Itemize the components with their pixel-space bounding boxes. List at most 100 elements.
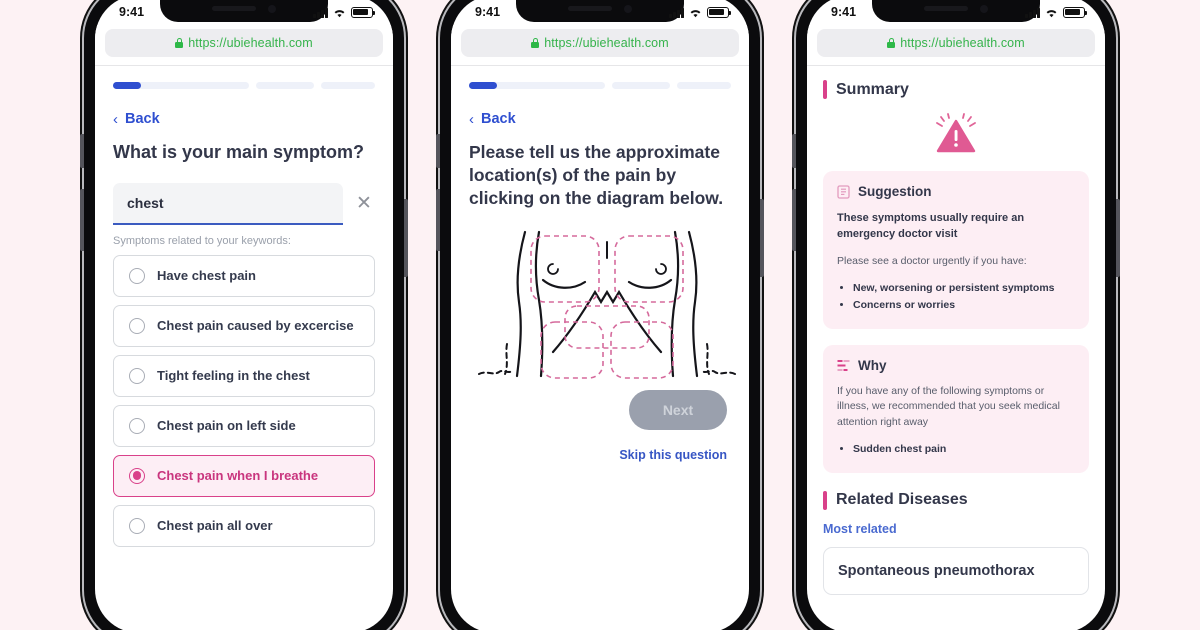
option-label: Chest pain when I breathe bbox=[157, 468, 319, 484]
option-label: Chest pain caused by excercise bbox=[157, 318, 354, 334]
power-button[interactable] bbox=[404, 199, 408, 277]
url-bar[interactable]: https://ubiehealth.com bbox=[817, 29, 1095, 57]
region-center-upper-abdomen bbox=[564, 305, 650, 350]
next-button[interactable]: Next bbox=[629, 390, 727, 431]
back-button[interactable]: ‹ Back bbox=[113, 111, 375, 127]
browser-chrome: https://ubiehealth.com bbox=[451, 25, 749, 66]
progress-indicator bbox=[469, 82, 731, 89]
status-bar: 9:41 bbox=[95, 0, 393, 25]
disease-card[interactable]: Spontaneous pneumothorax bbox=[823, 546, 1089, 595]
warning-triangle-icon bbox=[936, 113, 976, 153]
browser-chrome: https://ubiehealth.com bbox=[95, 25, 393, 66]
list-item: Concerns or worries bbox=[853, 297, 1075, 314]
phone-1-content: ‹ Back What is your main symptom? chest … bbox=[95, 82, 393, 547]
region-upper-right-chest bbox=[614, 235, 684, 304]
power-button[interactable] bbox=[1116, 199, 1120, 277]
url-text: https://ubiehealth.com bbox=[544, 36, 669, 50]
page-title: Please tell us the approximate location(… bbox=[469, 142, 724, 209]
progress-segment-3 bbox=[321, 82, 375, 89]
lock-icon bbox=[887, 38, 896, 48]
body-torso-diagram[interactable] bbox=[469, 224, 745, 384]
option-label: Chest pain all over bbox=[157, 518, 273, 534]
why-card: Why If you have any of the following sym… bbox=[823, 344, 1089, 473]
list-item-selected[interactable]: Chest pain when I breathe bbox=[113, 454, 375, 497]
status-bar: 9:41 bbox=[451, 0, 749, 25]
skip-row: Skip this question bbox=[469, 448, 731, 462]
list-item[interactable]: Have chest pain bbox=[113, 254, 375, 297]
url-bar[interactable]: https://ubiehealth.com bbox=[105, 29, 383, 57]
radio-icon-selected[interactable] bbox=[129, 467, 145, 484]
why-title: Why bbox=[858, 357, 887, 373]
summary-title: Summary bbox=[836, 80, 909, 98]
chevron-left-icon: ‹ bbox=[113, 110, 118, 128]
list-item[interactable]: Chest pain caused by excercise bbox=[113, 304, 375, 347]
option-label: Have chest pain bbox=[157, 268, 256, 284]
url-bar[interactable]: https://ubiehealth.com bbox=[461, 29, 739, 57]
cellular-bars-icon bbox=[313, 7, 328, 18]
progress-segment-1 bbox=[469, 82, 605, 89]
power-button[interactable] bbox=[760, 199, 764, 277]
lock-icon bbox=[531, 38, 540, 48]
disease-name: Spontaneous pneumothorax bbox=[838, 562, 1035, 579]
list-item[interactable]: Tight feeling in the chest bbox=[113, 354, 375, 397]
url-text: https://ubiehealth.com bbox=[900, 36, 1025, 50]
suggestion-card: Suggestion These symptoms usually requir… bbox=[823, 171, 1089, 329]
back-button[interactable]: ‹ Back bbox=[469, 111, 731, 127]
suggestion-header: Suggestion bbox=[837, 184, 1075, 199]
battery-icon bbox=[351, 6, 376, 18]
phone-1-screen: 9:41 https://ubiehealth.com ‹ Back What … bbox=[95, 0, 393, 630]
next-row: Next bbox=[469, 390, 731, 431]
list-item: Sudden chest pain bbox=[853, 441, 1075, 458]
skip-question-link[interactable]: Skip this question bbox=[619, 448, 727, 462]
cellular-bars-icon bbox=[1025, 7, 1040, 18]
progress-segment-1 bbox=[113, 82, 249, 89]
wifi-icon bbox=[689, 8, 702, 18]
region-lower-left-abdomen bbox=[540, 321, 604, 380]
phone-2-screen: 9:41 https://ubiehealth.com ‹ Back Pleas… bbox=[451, 0, 749, 630]
wifi-icon bbox=[1045, 8, 1058, 18]
summary-header: Summary bbox=[823, 80, 1089, 99]
page-title: What is your main symptom? bbox=[113, 142, 365, 162]
wifi-icon bbox=[333, 8, 346, 18]
region-upper-left-chest bbox=[530, 235, 600, 304]
lock-icon bbox=[175, 38, 184, 48]
why-bullets: Sudden chest pain bbox=[837, 441, 1075, 458]
phone-2-content: ‹ Back Please tell us the approximate lo… bbox=[451, 82, 749, 462]
url-text: https://ubiehealth.com bbox=[188, 36, 313, 50]
radio-icon[interactable] bbox=[129, 367, 145, 384]
why-body: If you have any of the following symptom… bbox=[837, 384, 1060, 429]
cellular-bars-icon bbox=[669, 7, 684, 18]
battery-icon bbox=[1063, 6, 1088, 18]
clipboard-icon bbox=[837, 185, 850, 199]
search-row: chest ✕ bbox=[113, 182, 375, 225]
section-accent-bar bbox=[823, 80, 827, 99]
phone-2-pain-location: 9:41 https://ubiehealth.com ‹ Back Pleas… bbox=[436, 0, 764, 630]
close-icon[interactable]: ✕ bbox=[353, 183, 375, 225]
search-value: chest bbox=[127, 194, 164, 211]
search-input[interactable]: chest bbox=[113, 182, 343, 225]
suggestion-bullets: New, worsening or persistent symptoms Co… bbox=[837, 280, 1075, 314]
list-item[interactable]: Chest pain on left side bbox=[113, 404, 375, 447]
warning-wrap bbox=[823, 113, 1089, 155]
suggestion-headline: These symptoms usually require an emerge… bbox=[837, 212, 1025, 240]
phone-3-summary: 9:41 https://ubiehealth.com Summary Sugg… bbox=[792, 0, 1120, 630]
progress-segment-2 bbox=[256, 82, 314, 89]
phone-1-symptom-search: 9:41 https://ubiehealth.com ‹ Back What … bbox=[80, 0, 408, 630]
progress-segment-2 bbox=[612, 82, 670, 89]
symptom-option-list: Have chest pain Chest pain caused by exc… bbox=[113, 254, 375, 547]
radio-icon[interactable] bbox=[129, 417, 145, 434]
region-lower-right-abdomen bbox=[610, 321, 674, 380]
radio-icon[interactable] bbox=[129, 267, 145, 284]
option-label: Tight feeling in the chest bbox=[157, 368, 310, 384]
radio-icon[interactable] bbox=[129, 517, 145, 534]
progress-indicator bbox=[113, 82, 375, 89]
section-accent-bar bbox=[823, 490, 827, 510]
list-hierarchy-icon bbox=[837, 359, 850, 371]
status-time: 9:41 bbox=[831, 5, 857, 19]
list-item: New, worsening or persistent symptoms bbox=[853, 280, 1075, 297]
related-diseases-header: Related Diseases bbox=[823, 490, 1089, 510]
status-bar: 9:41 bbox=[807, 0, 1105, 25]
list-item[interactable]: Chest pain all over bbox=[113, 504, 375, 547]
option-label: Chest pain on left side bbox=[157, 418, 296, 434]
radio-icon[interactable] bbox=[129, 317, 145, 334]
